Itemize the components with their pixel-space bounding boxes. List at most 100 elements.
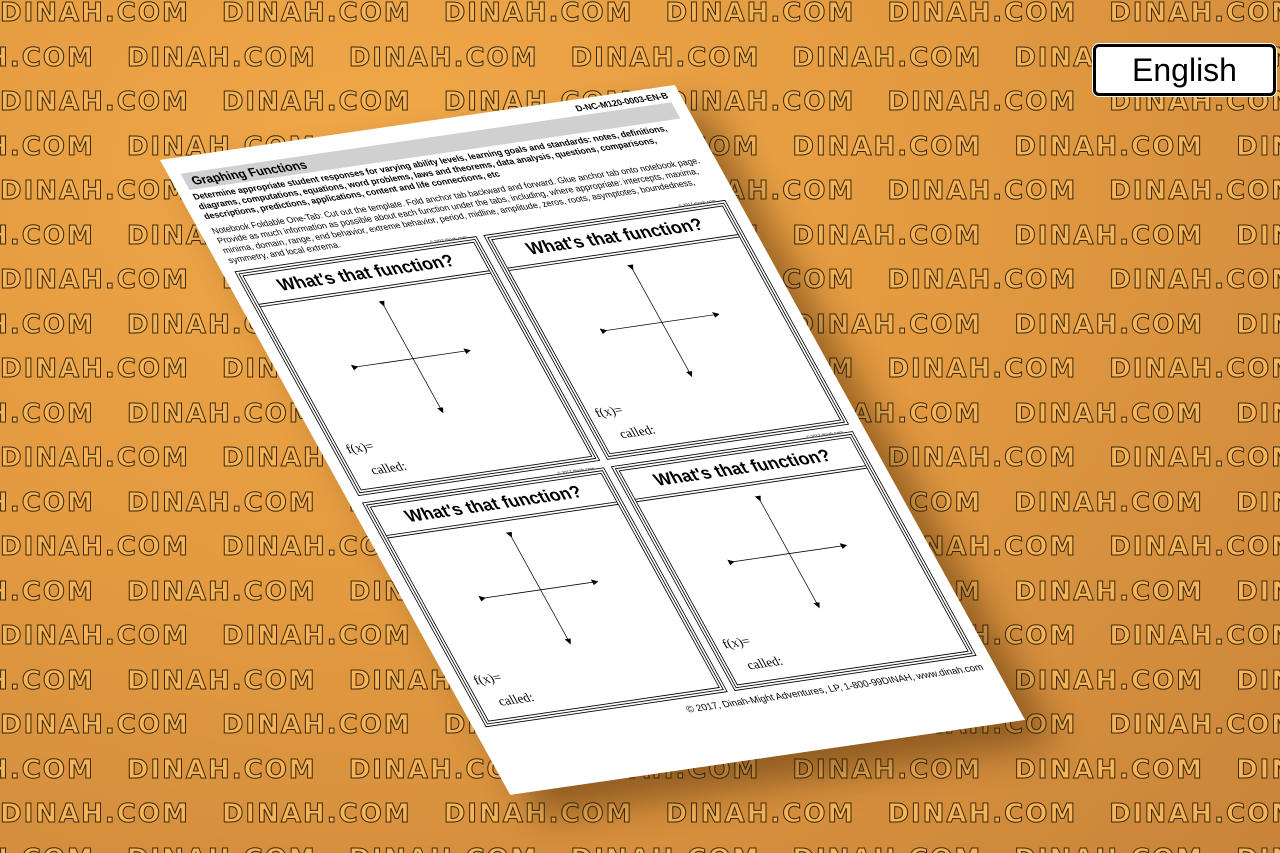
watermark-text: DINAH.COM — [887, 265, 1078, 296]
watermark-text: DINAH.COM — [0, 87, 190, 118]
watermark-text: DINAH.COM — [0, 176, 190, 207]
watermark-text: DINAH.COM — [0, 220, 95, 251]
watermark-text: DINAH.COM — [0, 532, 190, 563]
watermark-text: DINAH.COM — [126, 398, 317, 429]
watermark-text: DINAH.COM — [1014, 576, 1205, 607]
watermark-text: DINAH.COM — [1236, 665, 1280, 696]
watermark-text: DINAH.COM — [1109, 532, 1280, 563]
watermark-text: DINAH.COM — [0, 665, 95, 696]
watermark-text: DINAH.COM — [348, 42, 539, 73]
language-button[interactable]: English — [1093, 44, 1276, 96]
watermark-text: DINAH.COM — [443, 799, 634, 830]
watermark-row: DINAH.COM DINAH.COM DINAH.COM DINAH.COM DINA… — [0, 799, 1280, 830]
watermark-text: DINAH.COM — [221, 0, 412, 29]
watermark-text: DINAH.COM — [0, 754, 95, 785]
watermark-text: DINAH.COM — [1109, 710, 1280, 741]
watermark-text: DINAH.COM — [1236, 131, 1280, 162]
watermark-text: DINAH.COM — [443, 0, 634, 29]
panel-copyright: © 2017 dinah.com — [805, 430, 845, 441]
watermark-text: DINAH.COM — [0, 843, 95, 853]
watermark-text: DINAH.COM — [1109, 176, 1280, 207]
watermark-text: DINAH.COM — [0, 621, 190, 652]
watermark-text: DINAH.COM — [887, 799, 1078, 830]
watermark-text: DINAH.COM — [792, 843, 982, 853]
watermark-text: DINAH.COM — [348, 843, 539, 853]
watermark-text: DINAH.COM — [126, 487, 317, 518]
watermark-text: DINAH.COM — [1236, 398, 1280, 429]
coordinate-axes-icon — [727, 495, 848, 609]
called-label: called: — [495, 690, 537, 709]
fx-label: f(x)= — [343, 439, 378, 457]
watermark-text: DINAH.COM — [0, 576, 95, 607]
watermark-text: DINAH.COM — [1109, 0, 1280, 29]
watermark-text: DINAH.COM — [0, 309, 95, 340]
watermark-text: DINAH.COM — [1236, 487, 1280, 518]
called-label: called: — [616, 423, 659, 442]
coordinate-axes-icon — [599, 264, 720, 378]
watermark-text: DINAH.COM — [1236, 754, 1280, 785]
watermark-text: DINAH.COM — [221, 799, 412, 830]
watermark-text: DINAH.COM — [0, 799, 190, 830]
watermark-text: DINAH.COM — [0, 443, 190, 474]
watermark-text: DINAH.COM — [792, 754, 983, 785]
watermark-text: DINAH.COM — [1236, 576, 1280, 607]
watermark-text: DINAH.COM — [1109, 354, 1280, 385]
watermark-text: DINAH.COM — [1014, 843, 1204, 853]
called-label: called: — [367, 459, 410, 478]
watermark-text: DINAH.COM — [126, 42, 317, 73]
watermark-text: DINAH.COM — [126, 754, 317, 785]
panel-copyright: © 2017 dinah.com — [556, 466, 596, 477]
coordinate-axes-icon — [478, 531, 599, 645]
watermark-text: DINAH.COM — [1236, 309, 1280, 340]
watermark-text: DINAH.COM — [126, 576, 317, 607]
called-label: called: — [744, 654, 786, 673]
watermark-text: DINAH.COM — [0, 487, 95, 518]
watermark-text: DINAH.COM — [221, 710, 412, 741]
fx-label: f(x)= — [719, 634, 754, 652]
watermark-text: DINAH.COM — [221, 621, 412, 652]
watermark-text: DINAH.COM — [792, 131, 983, 162]
watermark-text: DINAH.COM — [792, 220, 983, 251]
watermark-row: DINAH.COM DINAH.COM DINAH.COM DINAH.COM DINA… — [0, 0, 1280, 29]
fx-label: f(x)= — [592, 403, 626, 421]
watermark-text: DINAH.COM — [1236, 843, 1280, 853]
watermark-text: DINAH.COM — [665, 799, 856, 830]
watermark-text: DINAH.COM — [1109, 621, 1280, 652]
watermark-text: DINAH.COM — [1014, 131, 1205, 162]
watermark-text: DINAH.COM — [0, 42, 95, 73]
watermark-text: DINAH.COM — [1236, 220, 1280, 251]
watermark-text: DINAH.COM — [1014, 309, 1205, 340]
watermark-text: DINAH.COM — [221, 87, 412, 118]
watermark-text: DINAH.COM — [1014, 487, 1205, 518]
watermark-text: DINAH.COM — [1014, 754, 1205, 785]
watermark-text: DINAH.COM — [1014, 665, 1205, 696]
watermark-text: DINAH.COM — [1109, 799, 1280, 830]
watermark-text: DINAH.COM — [887, 443, 1078, 474]
watermark-text: DINAH.COM — [1109, 443, 1280, 474]
watermark-text: DINAH.COM — [1109, 265, 1280, 296]
watermark-text: DINAH.COM — [570, 42, 761, 73]
watermark-text: DINAH.COM — [0, 710, 190, 741]
watermark-text: DINAH.COM — [0, 0, 190, 29]
watermark-text: DINAH.COM — [887, 0, 1078, 29]
watermark-text: DINAH.COM — [887, 87, 1078, 118]
watermark-text: DINAH.COM — [126, 665, 317, 696]
watermark-text: DINAH.COM — [0, 354, 190, 385]
watermark-text: DINAH.COM — [1014, 220, 1205, 251]
watermark-text: DINAH.COM — [792, 309, 983, 340]
watermark-row: DINAH.COM DINAH.COM DINAH.COM DINAH.COM DINA… — [0, 843, 1280, 853]
watermark-text: DINAH.COM — [570, 843, 761, 853]
watermark-text: DINAH.COM — [0, 265, 190, 296]
watermark-text: DINAH.COM — [0, 398, 95, 429]
watermark-text: DINAH.COM — [887, 176, 1078, 207]
watermark-text: DINAH.COM — [126, 843, 317, 853]
watermark-text: DINAH.COM — [0, 131, 95, 162]
watermark-text: DINAH.COM — [665, 87, 856, 118]
watermark-text: DINAH.COM — [792, 42, 983, 73]
watermark-row: DINAH.COM DINAH.COM DINAH.COM DINAH.COM DINA… — [0, 42, 1280, 73]
coordinate-axes-icon — [351, 300, 472, 414]
fx-label: f(x)= — [470, 671, 505, 688]
watermark-text: DINAH.COM — [887, 354, 1078, 385]
watermark-text: DINAH.COM — [1014, 398, 1205, 429]
watermark-text: DINAH.COM — [665, 0, 856, 29]
